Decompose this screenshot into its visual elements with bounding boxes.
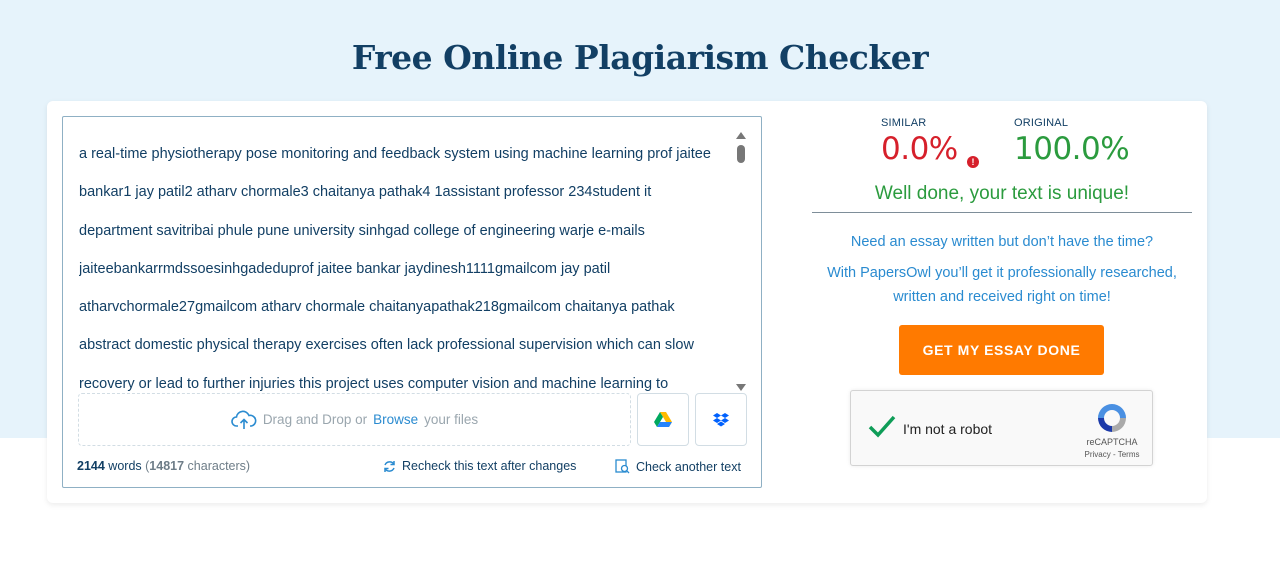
editor-footer: 2144 words (14817 characters) Recheck th…	[77, 459, 747, 477]
text-line: jaiteebankarrmdssoesinhgadeduprof jaitee…	[79, 260, 611, 277]
similar-value: 0.0%	[881, 131, 958, 167]
word-count: 2144 words (14817 characters)	[77, 459, 251, 473]
similar-stat: SIMILAR 0.0% !	[881, 117, 979, 168]
checker-card: a real-time physiotherapy pose monitorin…	[47, 101, 1207, 503]
dropzone-prefix: Drag and Drop or	[262, 412, 368, 427]
chars-label: characters	[187, 459, 246, 473]
browse-link[interactable]: Browse	[373, 412, 418, 427]
info-icon[interactable]: !	[967, 156, 979, 168]
promo-line-2: With PapersOwl you’ll get it professiona…	[827, 265, 1177, 305]
recheck-button[interactable]: Recheck this text after changes	[383, 459, 576, 473]
dropbox-button[interactable]	[695, 393, 747, 446]
check-another-button[interactable]: Check another text	[615, 459, 741, 474]
editor-scrollbar[interactable]	[735, 129, 747, 391]
dropbox-icon	[713, 412, 729, 426]
original-stat: ORIGINAL 100.0%	[1014, 117, 1130, 167]
file-dropzone[interactable]: Drag and Drop or Browse your files	[78, 393, 631, 446]
text-line: a real-time physiotherapy pose monitorin…	[79, 146, 711, 162]
dropzone-suffix: your files	[424, 412, 479, 427]
check-another-label: Check another text	[636, 459, 741, 474]
recaptcha-brand: reCAPTCHA	[1086, 437, 1138, 447]
word-count-value: 2144	[77, 459, 105, 473]
checkmark-icon[interactable]	[867, 411, 897, 441]
recaptcha-label: I'm not a robot	[903, 421, 993, 437]
google-drive-button[interactable]	[637, 393, 689, 446]
text-editor[interactable]: a real-time physiotherapy pose monitorin…	[62, 116, 762, 488]
result-verdict: Well done, your text is unique!	[874, 183, 1130, 204]
page-title: Free Online Plagiarism Checker	[351, 38, 929, 77]
essay-textarea[interactable]: a real-time physiotherapy pose monitorin…	[79, 135, 734, 395]
refresh-icon	[384, 460, 395, 472]
text-line: department savitribai phule pune univers…	[79, 222, 645, 239]
results-panel: SIMILAR 0.0% ! ORIGINAL 100.0% Well done…	[812, 101, 1192, 503]
recaptcha-links[interactable]: Privacy - Terms	[1076, 450, 1148, 459]
scroll-thumb[interactable]	[737, 145, 745, 163]
text-line: atharvchormale27gmailcom atharv chormale…	[79, 299, 675, 316]
cloud-upload-icon	[231, 410, 257, 429]
recaptcha-logo-icon	[1098, 404, 1126, 432]
scroll-up-arrow-icon[interactable]	[736, 132, 746, 139]
promo-line-1: Need an essay written but don’t have the…	[850, 234, 1154, 250]
similar-label: SIMILAR	[881, 117, 927, 129]
original-value: 100.0%	[1014, 131, 1130, 167]
words-label: words	[108, 459, 142, 473]
new-document-icon	[615, 459, 630, 474]
original-label: ORIGINAL	[1014, 117, 1069, 129]
text-line: recovery or lead to further injuries thi…	[79, 375, 669, 392]
get-essay-done-button[interactable]: GET MY ESSAY DONE	[899, 325, 1104, 375]
text-line: bankar1 jay patil2 atharv chormale3 chai…	[79, 184, 652, 201]
text-line: abstract domestic physical therapy exerc…	[79, 337, 694, 354]
divider	[812, 212, 1192, 213]
google-drive-icon	[654, 411, 672, 427]
recaptcha-widget: I'm not a robot reCAPTCHA Privacy - Term…	[850, 390, 1153, 466]
char-count-value: 14817	[149, 459, 185, 473]
scroll-down-arrow-icon[interactable]	[736, 384, 746, 391]
recheck-label: Recheck this text after changes	[402, 459, 577, 473]
